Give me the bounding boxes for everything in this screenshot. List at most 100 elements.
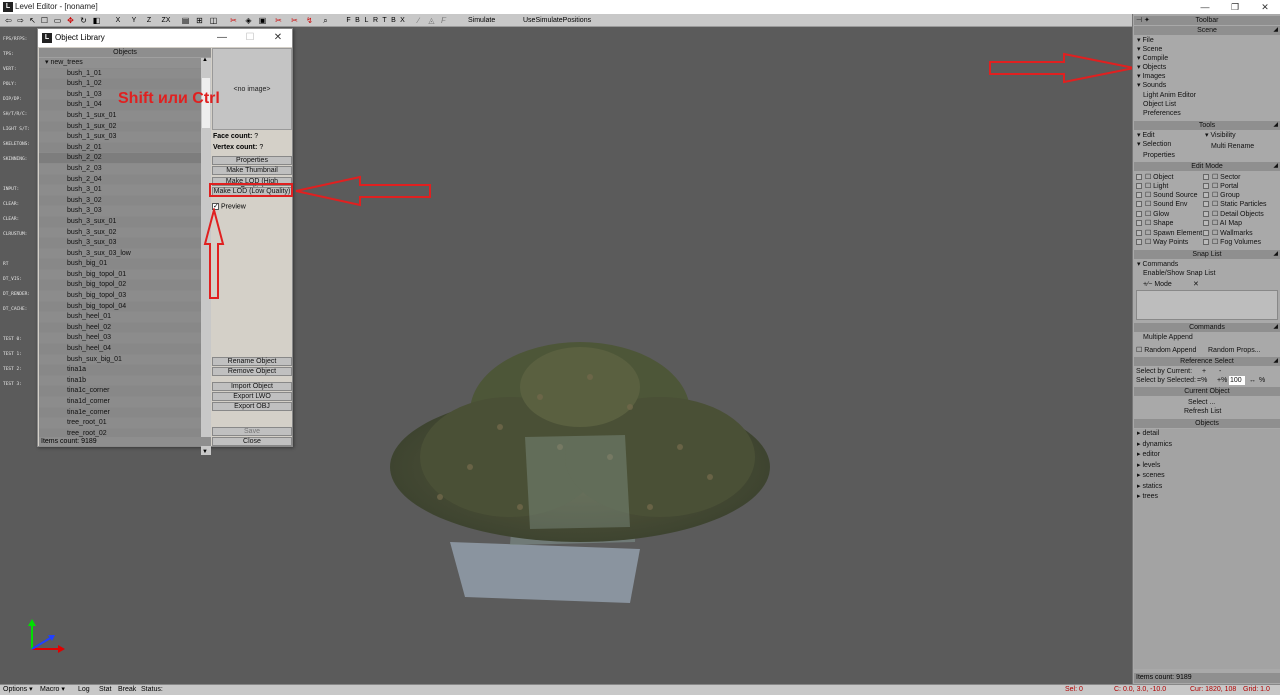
preferences-link[interactable]: Preferences bbox=[1143, 109, 1181, 118]
current-object-section-header[interactable]: Current Object bbox=[1134, 387, 1280, 396]
list-item[interactable]: bush_3_02 bbox=[39, 195, 201, 207]
list-item[interactable]: bush_heel_04 bbox=[39, 344, 201, 355]
tools-edit[interactable]: ▾ Edit bbox=[1137, 131, 1155, 140]
mode-way-points[interactable]: ☐ Way Points bbox=[1136, 238, 1188, 247]
radio-icon[interactable] bbox=[1203, 201, 1209, 208]
edit-mode-section-header[interactable]: Edit Mode ◢ bbox=[1134, 162, 1280, 171]
options-menu[interactable]: Options ▾ bbox=[3, 685, 33, 695]
object-snap-icon[interactable]: ◫ bbox=[208, 15, 219, 26]
collapse-icon[interactable]: ◢ bbox=[1273, 357, 1278, 366]
radio-icon[interactable] bbox=[1136, 211, 1142, 218]
make-thumbnail-button[interactable]: Make Thumbnail bbox=[212, 166, 292, 175]
stat-button[interactable]: Stat bbox=[99, 685, 111, 695]
pct-spinner-icon[interactable]: ↔ bbox=[1249, 376, 1256, 385]
list-item[interactable]: bush_2_01 bbox=[39, 142, 201, 154]
camera-icon-2[interactable]: ◬ bbox=[426, 15, 437, 26]
tools-visibility[interactable]: ▾ Visibility bbox=[1205, 131, 1236, 140]
axis-x-button[interactable]: X bbox=[114, 15, 122, 26]
mode-object[interactable]: ☐ Object bbox=[1136, 173, 1173, 182]
snap-red-icon-4[interactable]: ✂ bbox=[273, 15, 284, 26]
view-front-button[interactable]: F bbox=[345, 15, 352, 26]
view-reset-button[interactable]: X bbox=[399, 15, 406, 26]
close-icon[interactable]: ✕ bbox=[264, 29, 292, 47]
snap-clear-icon[interactable]: ✕ bbox=[1193, 280, 1199, 289]
tree-item[interactable]: ▸ levels bbox=[1137, 461, 1160, 470]
tree-item[interactable]: ▸ statics bbox=[1137, 482, 1162, 491]
random-append-checkbox[interactable]: ☐ Random Append bbox=[1136, 346, 1196, 355]
menu-images[interactable]: ▾ Images bbox=[1137, 72, 1165, 81]
list-item[interactable]: bush_2_03 bbox=[39, 163, 201, 175]
mode-spawn-element[interactable]: ☐ Spawn Element bbox=[1136, 229, 1202, 238]
tools-selection[interactable]: ▾ Selection bbox=[1137, 140, 1171, 149]
radio-icon[interactable] bbox=[1203, 239, 1209, 246]
select-pct-input[interactable]: 100 bbox=[1229, 376, 1245, 385]
snap-commands[interactable]: ▾ Commands bbox=[1137, 260, 1178, 269]
list-item[interactable]: bush_heel_03 bbox=[39, 333, 201, 345]
collapse-icon[interactable]: ◢ bbox=[1273, 162, 1278, 171]
undo-icon[interactable]: ⇦ bbox=[3, 15, 14, 26]
axis-zx-button[interactable]: ZX bbox=[160, 15, 172, 26]
refresh-list-button[interactable]: Refresh List bbox=[1184, 407, 1221, 416]
mode-static-particles[interactable]: ☐ Static Particles bbox=[1203, 200, 1266, 209]
random-props-button[interactable]: Random Props... bbox=[1208, 346, 1261, 355]
snap-icon-2[interactable]: ◈ bbox=[243, 15, 254, 26]
radio-icon[interactable] bbox=[1203, 174, 1209, 181]
collapse-icon[interactable]: ◢ bbox=[1273, 250, 1278, 259]
rotate-icon[interactable]: ↻ bbox=[78, 15, 89, 26]
tree-item[interactable]: ▸ detail bbox=[1137, 429, 1159, 438]
radio-icon[interactable] bbox=[1136, 239, 1142, 246]
scroll-down-icon[interactable]: ▼ bbox=[202, 449, 208, 455]
list-item[interactable]: bush_big_topol_01 bbox=[39, 269, 201, 281]
list-item[interactable]: bush_big_topol_03 bbox=[39, 291, 201, 302]
list-item[interactable]: bush_3_01 bbox=[39, 185, 201, 196]
zoom-icon[interactable]: ⌕ bbox=[320, 15, 331, 26]
list-item[interactable]: bush_1_sux_03 bbox=[39, 132, 201, 143]
list-item[interactable]: tina1d_corner bbox=[39, 397, 201, 408]
tools-properties[interactable]: Properties bbox=[1143, 151, 1175, 160]
light-anim-editor-link[interactable]: Light Anim Editor bbox=[1143, 91, 1196, 100]
radio-icon[interactable] bbox=[1203, 183, 1209, 190]
axis-z-button[interactable]: Z bbox=[145, 15, 153, 26]
radio-icon[interactable] bbox=[1203, 211, 1209, 218]
collapse-icon[interactable]: ◢ bbox=[1273, 26, 1278, 35]
list-item[interactable]: bush_1_sux_01 bbox=[39, 110, 201, 122]
add-icon[interactable]: ☐ bbox=[39, 15, 50, 26]
radio-icon[interactable] bbox=[1203, 220, 1209, 227]
list-item[interactable]: bush_sux_big_01 bbox=[39, 354, 201, 366]
mode-sound-source[interactable]: ☐ Sound Source bbox=[1136, 191, 1198, 200]
axis-y-button[interactable]: Y bbox=[130, 15, 138, 26]
radio-icon[interactable] bbox=[1203, 230, 1209, 237]
list-item[interactable]: bush_3_sux_03 bbox=[39, 238, 201, 249]
list-item[interactable]: bush_1_02 bbox=[39, 79, 201, 90]
mode-detail-objects[interactable]: ☐ Detail Objects bbox=[1203, 210, 1264, 219]
mode-light[interactable]: ☐ Light bbox=[1136, 182, 1168, 191]
radio-icon[interactable] bbox=[1136, 183, 1142, 190]
scroll-up-icon[interactable]: ▲ bbox=[202, 57, 208, 63]
list-item[interactable]: bush_big_topol_04 bbox=[39, 301, 201, 313]
enable-snap-list-button[interactable]: Enable/Show Snap List bbox=[1143, 269, 1215, 278]
minimize-icon[interactable]: — bbox=[1190, 0, 1220, 14]
list-item[interactable]: bush_1_sux_02 bbox=[39, 121, 201, 133]
list-item[interactable]: bush_3_sux_02 bbox=[39, 227, 201, 239]
menu-objects[interactable]: ▾ Objects bbox=[1137, 63, 1166, 72]
list-item[interactable]: bush_3_sux_03_low bbox=[39, 248, 201, 260]
list-item[interactable]: bush_2_04 bbox=[39, 174, 201, 186]
use-simulate-positions-button[interactable]: UseSimulatePositions bbox=[523, 15, 591, 26]
snap-list-box[interactable] bbox=[1136, 290, 1278, 320]
radio-icon[interactable] bbox=[1136, 192, 1142, 199]
multi-rename-button[interactable]: Multi Rename bbox=[1211, 142, 1254, 151]
snap-red-icon-1[interactable]: ✂ bbox=[228, 15, 239, 26]
menu-compile[interactable]: ▾ Compile bbox=[1137, 54, 1168, 63]
view-left-button[interactable]: L bbox=[363, 15, 370, 26]
list-item[interactable]: bush_heel_01 bbox=[39, 312, 201, 323]
csky-icon[interactable]: ▤ bbox=[180, 15, 191, 26]
mode-glow[interactable]: ☐ Glow bbox=[1136, 210, 1169, 219]
redo-icon[interactable]: ⇨ bbox=[15, 15, 26, 26]
select-object-button[interactable]: Select ... bbox=[1188, 398, 1215, 407]
object-library-titlebar[interactable]: L Object Library — ☐ ✕ bbox=[38, 29, 292, 47]
list-item[interactable]: bush_big_01 bbox=[39, 259, 201, 270]
move-icon[interactable]: ✥ bbox=[65, 15, 76, 26]
mode-fog-volumes[interactable]: ☐ Fog Volumes bbox=[1203, 238, 1261, 247]
mode-sector[interactable]: ☐ Sector bbox=[1203, 173, 1240, 182]
object-list[interactable]: ▾ new_trees bush_1_01 bush_1_02 bush_1_0… bbox=[39, 58, 201, 440]
